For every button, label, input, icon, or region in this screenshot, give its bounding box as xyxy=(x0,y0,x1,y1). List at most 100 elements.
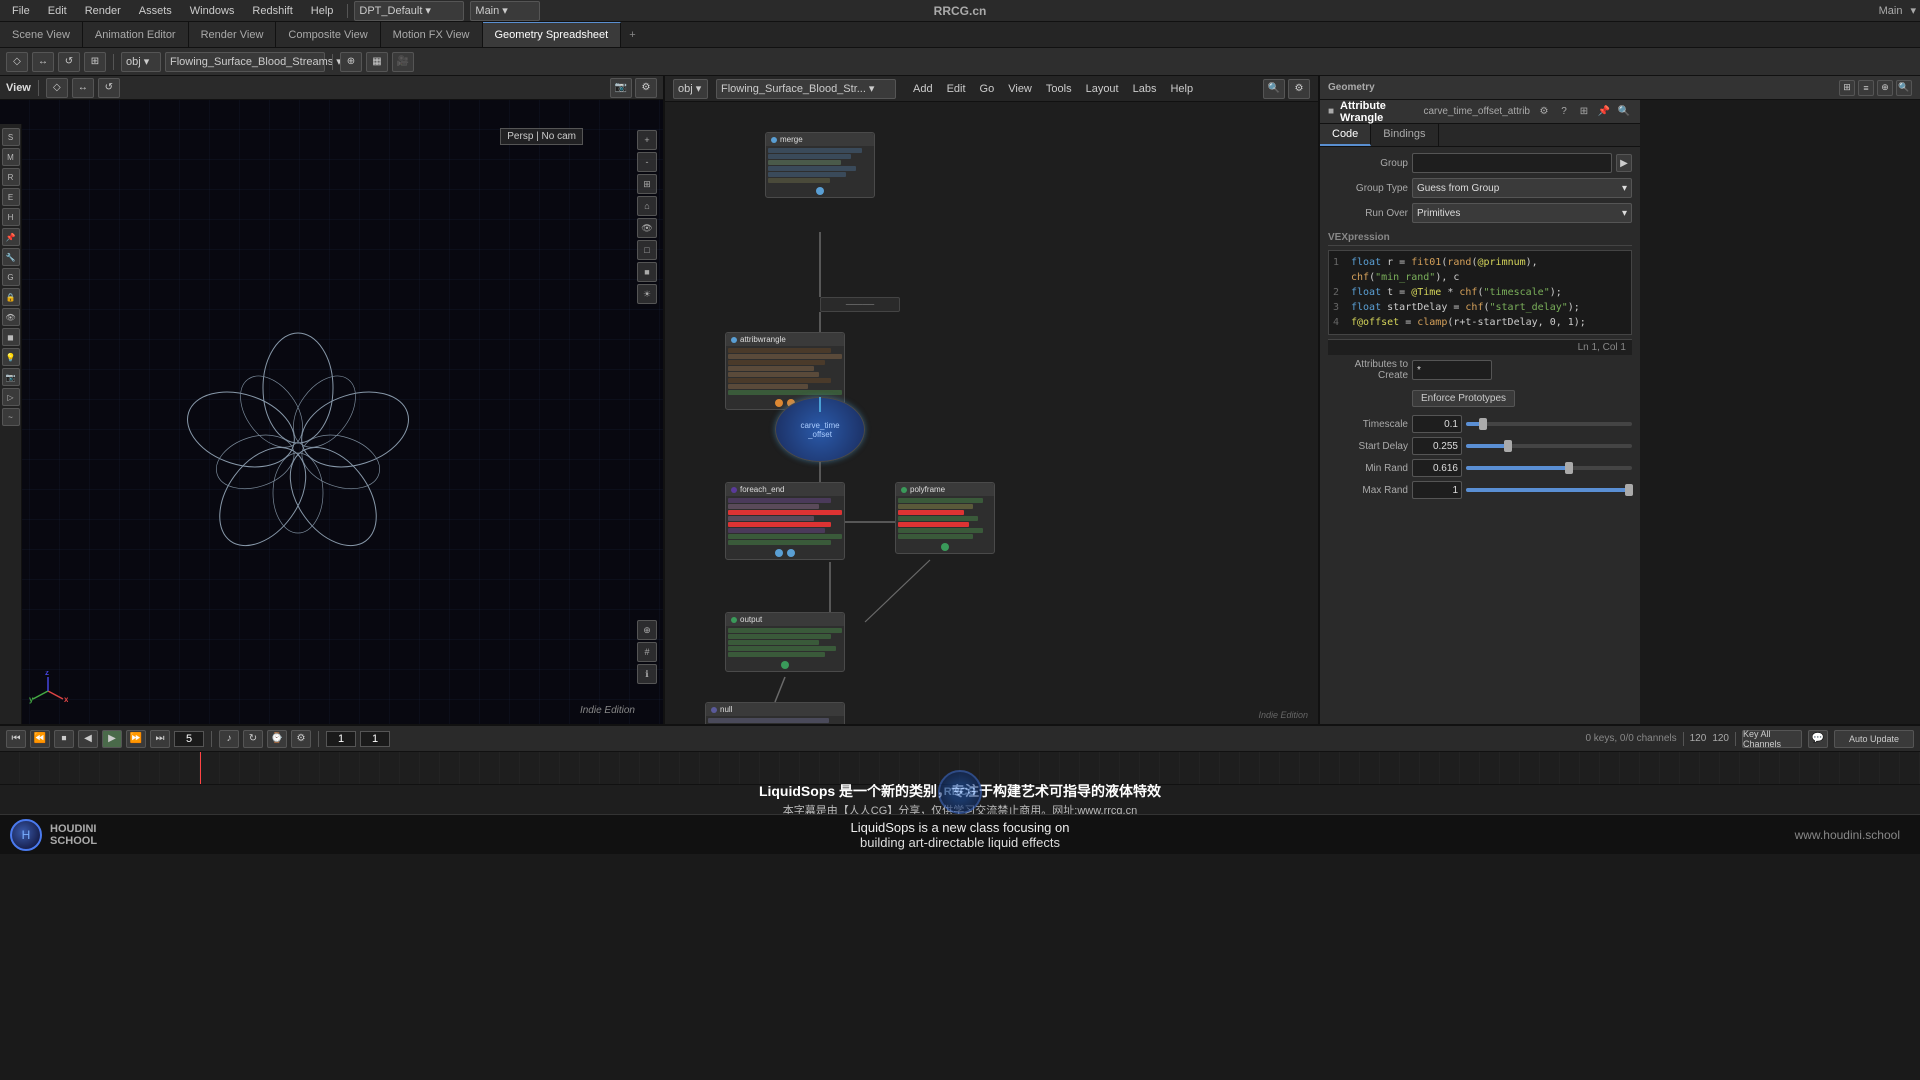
tool-render[interactable]: ▦ xyxy=(366,52,388,72)
attrib-pin-icon[interactable]: 📌 xyxy=(1596,104,1612,120)
tl-chat-icon[interactable]: 💬 xyxy=(1808,730,1828,748)
param-max-rand-input[interactable] xyxy=(1412,481,1462,499)
param-timescale-input[interactable] xyxy=(1412,415,1462,433)
group-arrow-btn[interactable]: ▶ xyxy=(1616,154,1632,172)
tl-prev-keyframe[interactable]: ⏪ xyxy=(30,730,50,748)
scene-dropdown[interactable]: Flowing_Surface_Blood_Streams▾ xyxy=(165,52,325,72)
attrs-create-input[interactable] xyxy=(1412,360,1492,380)
tab-motion-fx-view[interactable]: Motion FX View xyxy=(381,22,483,47)
vp-zoom-in[interactable]: + xyxy=(637,130,657,150)
menu-item-redshift[interactable]: Redshift xyxy=(244,3,300,19)
lt-render[interactable]: ▷ xyxy=(2,388,20,406)
lt-handle[interactable]: H xyxy=(2,208,20,226)
tl-stop[interactable]: ⏹ xyxy=(54,730,74,748)
tab-scene-view[interactable]: Scene View xyxy=(0,22,83,47)
geo-btn3[interactable]: ⊕ xyxy=(1877,80,1893,96)
lt-anim[interactable]: ~ xyxy=(2,408,20,426)
vp-cam-icon[interactable]: 📷 xyxy=(610,78,632,98)
tab-composite-view[interactable]: Composite View xyxy=(276,22,380,47)
run-over-dropdown[interactable]: Primitives▾ xyxy=(1412,203,1632,223)
tool-scale[interactable]: ⊞ xyxy=(84,52,106,72)
geo-btn4[interactable]: 🔍 xyxy=(1896,80,1912,96)
vp-move[interactable]: ↔ xyxy=(72,78,94,98)
menu-item-render[interactable]: Render xyxy=(77,3,129,19)
attrib-help-icon[interactable]: ? xyxy=(1556,104,1572,120)
current-frame-display[interactable]: 5 xyxy=(174,731,204,747)
node-canvas[interactable]: merge ───── xyxy=(665,102,1318,724)
tab-geometry-spreadsheet[interactable]: Geometry Spreadsheet xyxy=(483,22,622,47)
frame-start-box[interactable]: 1 xyxy=(326,731,356,747)
vp-light[interactable]: ☀ xyxy=(637,284,657,304)
lt-scale[interactable]: E xyxy=(2,188,20,206)
lt-magnet[interactable]: 🔧 xyxy=(2,248,20,266)
tab-render-view[interactable]: Render View xyxy=(189,22,277,47)
tab-code[interactable]: Code xyxy=(1320,124,1371,146)
lt-eye[interactable]: 👁 xyxy=(2,308,20,326)
tool-snap[interactable]: ⊕ xyxy=(340,52,362,72)
lt-lock[interactable]: 🔒 xyxy=(2,288,20,306)
lt-move[interactable]: M xyxy=(2,148,20,166)
menu-item-edit[interactable]: Edit xyxy=(40,3,75,19)
attrib-settings-icon[interactable]: ⚙ xyxy=(1536,104,1552,120)
lt-group[interactable]: G xyxy=(2,268,20,286)
tl-next-keyframe[interactable]: ⏩ xyxy=(126,730,146,748)
vp-wire[interactable]: □ xyxy=(637,240,657,260)
tab-animation-editor[interactable]: Animation Editor xyxy=(83,22,189,47)
ne-menu-layout[interactable]: Layout xyxy=(1081,81,1124,97)
tool-camera[interactable]: 🎥 xyxy=(392,52,414,72)
param-max-rand-slider[interactable] xyxy=(1466,488,1632,492)
menu-item-help[interactable]: Help xyxy=(303,3,342,19)
menu-item-windows[interactable]: Windows xyxy=(182,3,243,19)
ne-obj-dropdown[interactable]: obj▾ xyxy=(673,79,708,99)
tl-anim-settings[interactable]: ⚙ xyxy=(291,730,311,748)
lt-pin[interactable]: 📌 xyxy=(2,228,20,246)
group-type-dropdown[interactable]: Guess from Group▾ xyxy=(1412,178,1632,198)
ne-menu-add[interactable]: Add xyxy=(908,81,938,97)
vp-select[interactable]: ◇ xyxy=(46,78,68,98)
lt-cam[interactable]: 📷 xyxy=(2,368,20,386)
tool-select[interactable]: ◇ xyxy=(6,52,28,72)
vp-look[interactable]: 👁 xyxy=(637,218,657,238)
viewport-canvas[interactable]: S M R E H 📌 🔧 G 🔒 👁 ◼ 💡 📷 ▷ ~ xyxy=(0,100,663,724)
node-group-mid2[interactable]: foreach_end xyxy=(725,482,845,560)
lt-rotate[interactable]: R xyxy=(2,168,20,186)
vp-home[interactable]: ⌂ xyxy=(637,196,657,216)
tl-first-frame[interactable]: ⏮ xyxy=(6,730,26,748)
tl-realtime[interactable]: ⌚ xyxy=(267,730,287,748)
vp-settings[interactable]: ⚙ xyxy=(635,78,657,98)
ne-menu-go[interactable]: Go xyxy=(975,81,1000,97)
ne-menu-edit[interactable]: Edit xyxy=(942,81,971,97)
vp-grid[interactable]: # xyxy=(637,642,657,662)
tl-loop[interactable]: ↻ xyxy=(243,730,263,748)
ne-menu-help[interactable]: Help xyxy=(1165,81,1198,97)
geo-btn1[interactable]: ⊞ xyxy=(1839,80,1855,96)
param-min-rand-input[interactable] xyxy=(1412,459,1462,477)
vp-snap[interactable]: ⊕ xyxy=(637,620,657,640)
ne-path-dropdown[interactable]: Flowing_Surface_Blood_Str...▾ xyxy=(716,79,896,99)
vp-shade[interactable]: ■ xyxy=(637,262,657,282)
tl-play[interactable]: ▶ xyxy=(102,730,122,748)
param-start-delay-slider[interactable] xyxy=(1466,444,1632,448)
node-group-top[interactable]: merge xyxy=(765,132,875,198)
tab-bindings[interactable]: Bindings xyxy=(1371,124,1438,146)
tab-add-button[interactable]: + xyxy=(621,22,643,47)
workspace-dropdown[interactable]: Main▾ xyxy=(470,1,540,21)
lt-light[interactable]: 💡 xyxy=(2,348,20,366)
tl-auto-update[interactable]: Auto Update xyxy=(1834,730,1914,748)
enforce-prototypes-btn[interactable]: Enforce Prototypes xyxy=(1412,390,1515,407)
ne-menu-view[interactable]: View xyxy=(1003,81,1037,97)
vp-info[interactable]: ℹ xyxy=(637,664,657,684)
ne-settings[interactable]: ⚙ xyxy=(1288,79,1310,99)
menu-item-file[interactable]: File xyxy=(4,3,38,19)
vex-editor[interactable]: 1 float r = fit01(rand(@primnum), chf("m… xyxy=(1328,250,1632,335)
param-start-delay-input[interactable] xyxy=(1412,437,1462,455)
frame-end-box[interactable]: 1 xyxy=(360,731,390,747)
group-input[interactable] xyxy=(1412,153,1612,173)
tool-rotate[interactable]: ↺ xyxy=(58,52,80,72)
tl-play-back[interactable]: ◀ xyxy=(78,730,98,748)
project-dropdown[interactable]: DPT_Default▾ xyxy=(354,1,464,21)
node-selected-carve[interactable]: carve_time_offset xyxy=(775,397,865,462)
attrib-search-icon[interactable]: 🔍 xyxy=(1616,104,1632,120)
persp-label[interactable]: Persp | No cam xyxy=(500,128,583,145)
ne-search[interactable]: 🔍 xyxy=(1263,79,1285,99)
